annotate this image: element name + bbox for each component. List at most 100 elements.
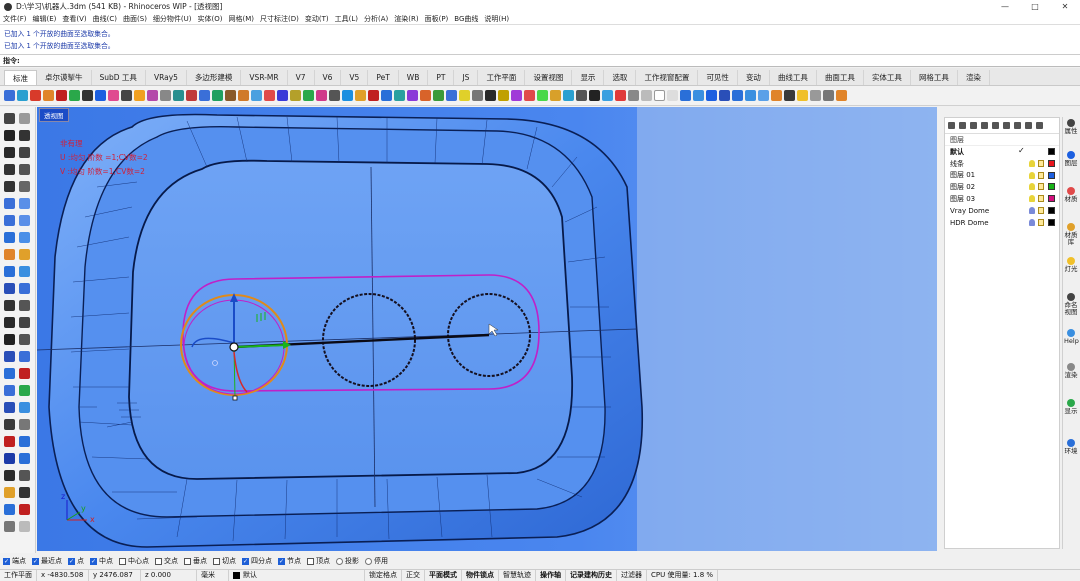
mesh-tool-icon[interactable] — [4, 249, 15, 260]
side-tab-environment[interactable]: 环境 — [1064, 439, 1078, 455]
vray-icon[interactable] — [784, 90, 795, 101]
light-icon[interactable] — [121, 90, 132, 101]
dots-icon[interactable] — [823, 90, 834, 101]
radio[interactable] — [365, 557, 372, 565]
rotate-icon[interactable] — [407, 90, 418, 101]
osnap-end[interactable]: ✓ 端点 — [3, 556, 26, 566]
menu-bg-curve[interactable]: BG曲线 — [454, 14, 478, 24]
menu-surface[interactable]: 曲面(S) — [123, 14, 147, 24]
ortho-toggle[interactable]: 正交 — [402, 570, 425, 581]
smarttrack-toggle[interactable]: 智慧轨迹 — [499, 570, 536, 581]
wire-icon[interactable] — [654, 90, 665, 101]
tab-surface-tools[interactable]: 曲面工具 — [817, 70, 864, 85]
side-tab-layers[interactable]: 图层 — [1064, 151, 1078, 167]
menu-help[interactable]: 说明(H) — [484, 14, 509, 24]
mirror-icon[interactable] — [433, 90, 444, 101]
right-view-icon[interactable] — [745, 90, 756, 101]
lock-icon[interactable] — [1038, 159, 1044, 167]
curvature-tool-icon[interactable] — [19, 453, 30, 464]
split-tool-icon[interactable] — [19, 266, 30, 277]
osnap-quad[interactable]: ✓ 四分点 — [242, 556, 272, 566]
menu-curve[interactable]: 曲线(C) — [93, 14, 117, 24]
maple-icon[interactable] — [836, 90, 847, 101]
tab-render[interactable]: 渲染 — [958, 70, 990, 85]
move-down-icon[interactable] — [992, 122, 999, 129]
tab-vray5[interactable]: VRay5 — [146, 70, 187, 85]
rectangle-icon[interactable] — [225, 90, 236, 101]
box-icon[interactable] — [56, 90, 67, 101]
chamfer-icon[interactable] — [19, 283, 30, 294]
surface-edge-icon[interactable] — [19, 198, 30, 209]
delete-layer-icon[interactable] — [970, 122, 977, 129]
layer-color-swatch[interactable] — [1048, 183, 1055, 191]
tab-js[interactable]: JS — [454, 70, 479, 85]
side-tab-help[interactable]: Help — [1064, 329, 1079, 345]
layer-color-swatch[interactable] — [1048, 195, 1055, 203]
osnap-center[interactable]: 中心点 — [119, 556, 149, 566]
new-icon[interactable] — [4, 90, 15, 101]
snap-tool-icon[interactable] — [4, 504, 15, 515]
side-tab-materials[interactable]: 材质 — [1064, 187, 1078, 203]
side-tab-lights[interactable]: 灯光 — [1064, 257, 1078, 273]
boolean-tool-icon[interactable] — [4, 402, 15, 413]
bulb-icon[interactable] — [1029, 183, 1035, 191]
open-icon[interactable] — [17, 90, 28, 101]
filter-icon[interactable] — [1014, 122, 1021, 129]
osnap-near[interactable]: ✓ 最近点 — [32, 556, 62, 566]
fillet-tool-icon[interactable] — [4, 283, 15, 294]
osnap-point[interactable]: ✓ 点 — [68, 556, 84, 566]
bulb-icon[interactable] — [1029, 171, 1035, 179]
move-tool-icon[interactable] — [4, 436, 15, 447]
menu-tools[interactable]: 工具(L) — [335, 14, 358, 24]
zoom-icon[interactable] — [485, 90, 496, 101]
radio[interactable] — [336, 557, 343, 565]
shade-icon[interactable] — [641, 90, 652, 101]
tab-cplanes[interactable]: 工作平面 — [478, 70, 526, 85]
circle-tool-icon[interactable] — [4, 147, 15, 158]
checkbox[interactable] — [155, 557, 162, 565]
osnap-tangent[interactable]: 切点 — [213, 556, 236, 566]
block-icon[interactable] — [19, 487, 30, 498]
fillet-icon[interactable] — [251, 90, 262, 101]
dimension-tool-icon[interactable] — [19, 334, 30, 345]
current-layer-status[interactable]: 默认 — [229, 570, 365, 581]
analyze-tool-icon[interactable] — [4, 453, 15, 464]
perspective-viewport[interactable]: 透视图 非有理 U :均匀 阶数 =1;CV数=2 V :均匀 阶数=1;CV数… — [37, 107, 937, 551]
rebuild-icon[interactable] — [19, 317, 30, 328]
array-icon[interactable] — [446, 90, 457, 101]
polygon-icon[interactable] — [238, 90, 249, 101]
osnap-intersection[interactable]: 交点 — [155, 556, 178, 566]
point-icon[interactable] — [186, 90, 197, 101]
bulb-icon[interactable] — [1029, 218, 1035, 226]
osnap-project[interactable]: 投影 — [336, 556, 359, 566]
tab-solid-tools[interactable]: 实体工具 — [864, 70, 911, 85]
side-tab-render[interactable]: 渲染 — [1064, 363, 1078, 379]
array-tool-icon[interactable] — [4, 368, 15, 379]
tab-wb[interactable]: WB — [399, 70, 429, 85]
align-icon[interactable] — [4, 351, 15, 362]
menu-edit[interactable]: 编辑(E) — [33, 14, 57, 24]
osnap-disable[interactable]: 停用 — [365, 556, 388, 566]
show-icon[interactable] — [537, 90, 548, 101]
menu-solid[interactable]: 实体(O) — [198, 14, 223, 24]
tab-v7[interactable]: V7 — [288, 70, 315, 85]
dimension-icon[interactable] — [576, 90, 587, 101]
top-view-icon[interactable] — [719, 90, 730, 101]
ghost-icon[interactable] — [667, 90, 678, 101]
bulb-icon[interactable] — [1029, 206, 1035, 214]
minimize-button[interactable]: — — [990, 0, 1020, 13]
lock-icon[interactable] — [1038, 171, 1044, 179]
trim-tool-icon[interactable] — [4, 266, 15, 277]
mesh-icon[interactable] — [173, 90, 184, 101]
cylinder-icon[interactable] — [69, 90, 80, 101]
persp-view-icon[interactable] — [758, 90, 769, 101]
menu-dimension[interactable]: 尺寸标注(D) — [260, 14, 299, 24]
tab-select[interactable]: 选取 — [604, 70, 637, 85]
menu-mesh[interactable]: 网格(M) — [229, 14, 255, 24]
explode-icon[interactable] — [368, 90, 379, 101]
select-icon[interactable] — [511, 90, 522, 101]
split-icon[interactable] — [342, 90, 353, 101]
tab-transform[interactable]: 变动 — [738, 70, 770, 85]
env-icon[interactable] — [108, 90, 119, 101]
text-icon[interactable] — [589, 90, 600, 101]
